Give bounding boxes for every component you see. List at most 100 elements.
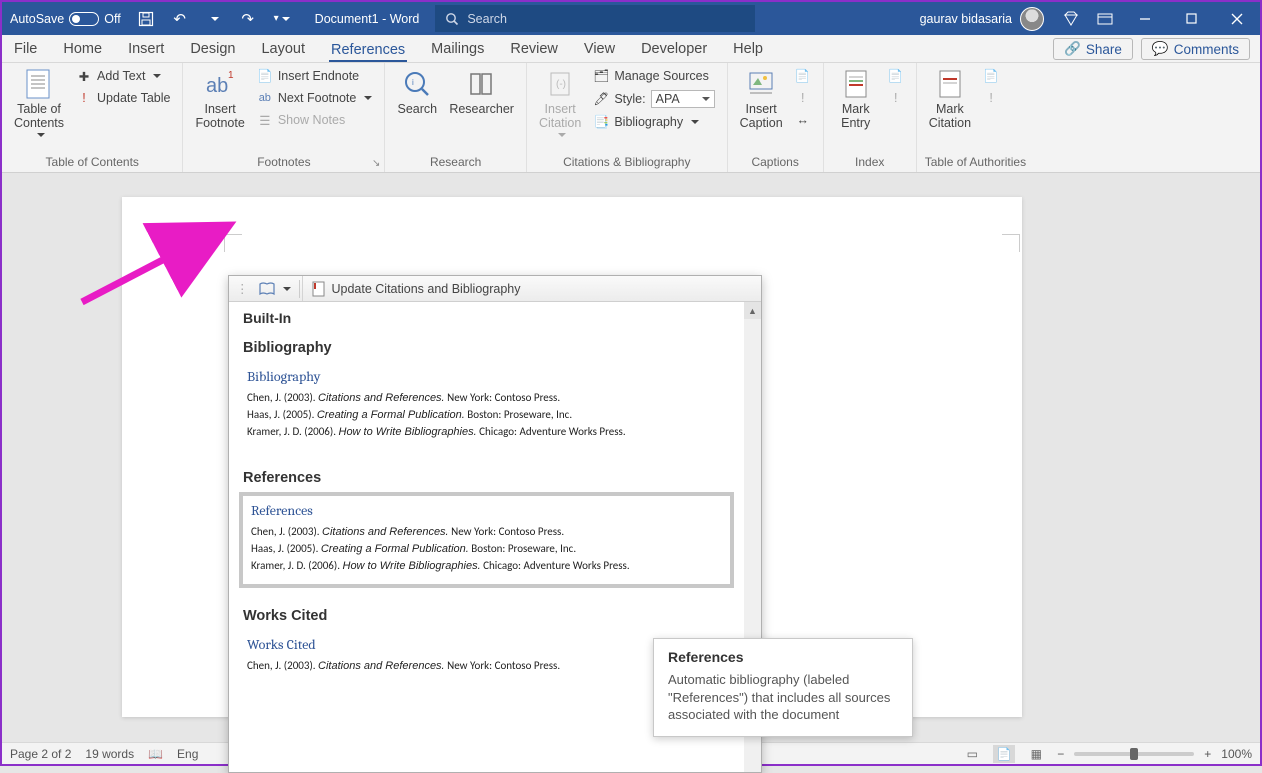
insert-footnote-button[interactable]: ab1 Insert Footnote [191,66,248,131]
toc-icon [23,68,55,100]
web-layout-icon[interactable]: ▦ [1025,745,1047,763]
account-button[interactable]: gaurav bidasaria [910,7,1054,31]
zoom-out-icon[interactable]: − [1057,747,1064,761]
close-button[interactable] [1214,2,1260,35]
drag-handle-icon[interactable]: ⋮ [233,281,252,296]
maximize-button[interactable] [1168,2,1214,35]
cross-ref-button[interactable]: ↔ [791,110,815,130]
refresh-page-icon [311,281,327,297]
tab-references[interactable]: References [329,38,407,63]
tab-layout[interactable]: Layout [259,37,307,62]
insert-citation-button[interactable]: (-) Insert Citation [535,66,585,139]
group-label-authorities: Table of Authorities [925,153,1026,172]
titlebar: AutoSave Off ↶ ↷ ▾ Document1 - Word Sear… [2,2,1260,35]
bibliography-button[interactable]: 📑Bibliography [589,112,718,132]
tab-help[interactable]: Help [731,37,765,62]
update-table-button[interactable]: !Update Table [72,88,174,108]
save-icon[interactable] [129,2,163,35]
researcher-button[interactable]: Researcher [445,66,518,116]
search-button[interactable]: i Search [393,66,441,116]
insert-tof-button[interactable]: 📄 [791,66,815,86]
next-footnote-button[interactable]: abNext Footnote [253,88,377,108]
focus-view-icon[interactable]: ▭ [961,745,983,763]
language-indicator[interactable]: Eng [177,747,198,761]
add-text-icon: ✚ [76,68,92,84]
undo-dropdown[interactable] [197,2,231,35]
insert-index-button[interactable]: 📄 [884,66,908,86]
group-index: Mark Entry 📄 ! Index [824,63,917,172]
qat-customize[interactable]: ▾ [265,2,299,35]
minimize-button[interactable] [1122,2,1168,35]
page-indicator[interactable]: Page 2 of 2 [10,747,71,761]
manage-sources-icon: 🗂 [593,68,609,84]
endnote-icon: 📄 [257,68,273,84]
autosave-toggle[interactable]: AutoSave Off [2,12,129,26]
tab-review[interactable]: Review [508,37,560,62]
add-text-button[interactable]: ✚Add Text [72,66,174,86]
tab-view[interactable]: View [582,37,617,62]
update-tof-button: ! [791,88,815,108]
update-citations-button[interactable]: Update Citations and Bibliography [302,276,529,301]
redo-icon[interactable]: ↷ [231,2,265,35]
group-label-citations: Citations & Bibliography [535,153,719,172]
insert-toa-icon: 📄 [983,68,999,84]
comments-button[interactable]: 💬Comments [1141,38,1250,60]
word-count[interactable]: 19 words [85,747,134,761]
avatar-icon [1020,7,1044,31]
update-table-icon: ! [76,90,92,106]
gallery-toolbar: ⋮ Update Citations and Bibliography [229,276,761,302]
group-label-toc: Table of Contents [10,153,174,172]
scroll-up-icon[interactable]: ▲ [744,302,761,319]
spellcheck-icon[interactable]: 📖 [148,747,163,761]
insert-index-icon: 📄 [888,68,904,84]
insert-endnote-button[interactable]: 📄Insert Endnote [253,66,377,86]
toggle-off-icon [69,12,99,26]
svg-text:ab: ab [206,75,228,97]
tof-icon: 📄 [795,68,811,84]
group-label-research: Research [393,153,518,172]
window-mode-icon[interactable] [1088,2,1122,35]
mark-entry-icon [840,68,872,100]
ribbon: Table of Contents ✚Add Text !Update Tabl… [2,63,1260,173]
gallery-item-header: Bibliography [229,330,744,358]
tab-home[interactable]: Home [61,37,104,62]
preview-entry: Chen, J. (2003). Citations and Reference… [251,523,722,540]
annotation-arrow [74,210,244,310]
zoom-slider[interactable] [1074,752,1194,756]
user-name: gaurav bidasaria [920,12,1012,26]
gallery-item-references[interactable]: ReferencesChen, J. (2003). Citations and… [239,492,734,588]
group-authorities: Mark Citation 📄 ! Table of Authorities [917,63,1034,172]
zoom-in-icon[interactable]: + [1204,747,1211,761]
style-selector[interactable]: 🖊Style: APA [589,88,718,110]
group-label-index: Index [832,153,908,172]
mark-entry-button[interactable]: Mark Entry [832,66,880,131]
group-research: i Search Researcher Research [385,63,527,172]
zoom-level[interactable]: 100% [1221,747,1252,761]
undo-icon[interactable]: ↶ [163,2,197,35]
svg-text:1: 1 [228,70,234,81]
insert-caption-button[interactable]: Insert Caption [736,66,787,131]
diamond-icon[interactable] [1054,2,1088,35]
insert-toa-button[interactable]: 📄 [979,66,1003,86]
tab-insert[interactable]: Insert [126,37,166,62]
mark-citation-button[interactable]: Mark Citation [925,66,975,131]
group-footnotes: ab1 Insert Footnote 📄Insert Endnote abNe… [183,63,385,172]
print-layout-icon[interactable]: 📄 [993,745,1015,763]
share-button[interactable]: 🔗Share [1053,38,1133,60]
manage-sources-button[interactable]: 🗂Manage Sources [589,66,718,86]
footnotes-launcher[interactable]: ↘ [372,158,380,169]
gallery-item-bibliography[interactable]: BibliographyChen, J. (2003). Citations a… [239,362,734,450]
bibliography-icon: 📑 [593,114,609,130]
style-value[interactable]: APA [651,90,715,108]
table-of-contents-button[interactable]: Table of Contents [10,66,68,139]
comment-icon: 💬 [1152,41,1169,57]
search-box[interactable]: Search [435,5,755,32]
preview-title: References [251,502,722,523]
gallery-item-header: References [229,460,744,488]
tab-mailings[interactable]: Mailings [429,37,486,62]
bibliography-insert-split[interactable] [252,276,297,301]
svg-text:(-): (-) [556,79,566,90]
tab-file[interactable]: File [12,37,39,62]
tab-developer[interactable]: Developer [639,37,709,62]
tab-design[interactable]: Design [188,37,237,62]
